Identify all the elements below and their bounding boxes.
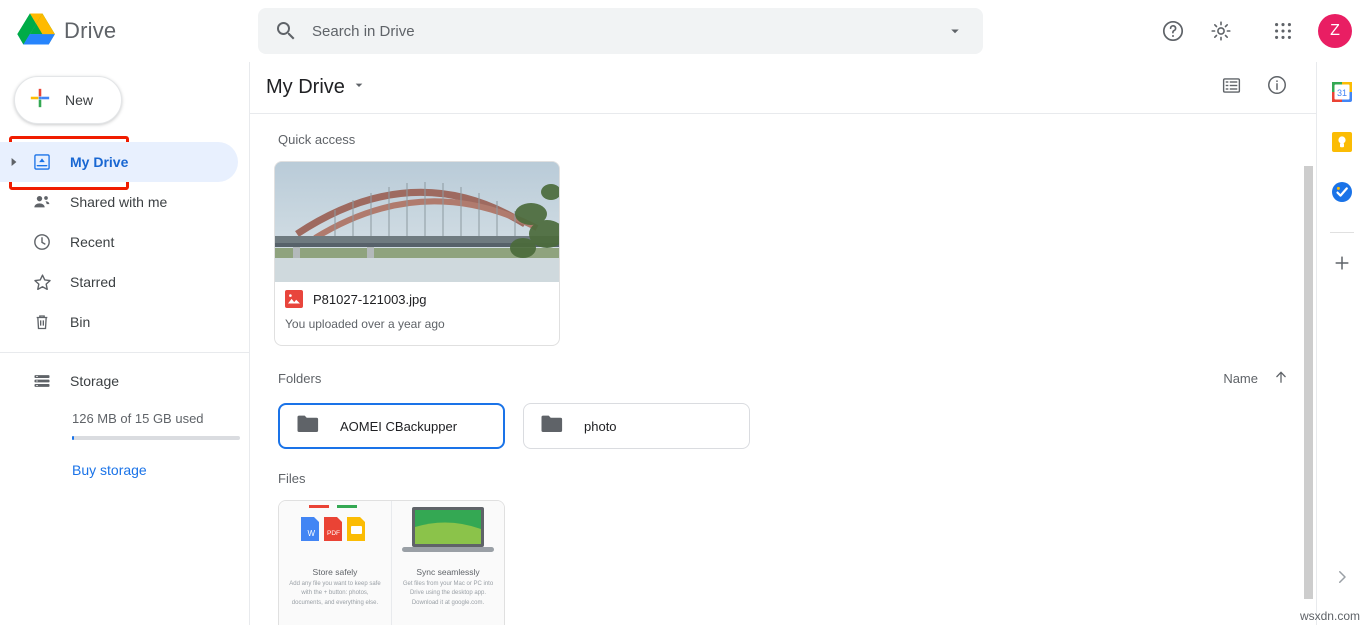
- storage-icon: [28, 371, 56, 391]
- image-file-icon: [285, 290, 303, 308]
- breadcrumb[interactable]: My Drive: [266, 76, 367, 99]
- folder-icon: [540, 414, 564, 439]
- file-panel-body: Get files from your Mac or PC into Drive…: [402, 581, 494, 606]
- people-icon: [28, 192, 56, 212]
- quick-access-meta: P81027-121003.jpg You uploaded over a ye…: [275, 282, 559, 331]
- folder-name: photo: [584, 418, 617, 434]
- gear-icon[interactable]: [1200, 10, 1242, 52]
- top-bar: Drive Search in Drive Z: [0, 0, 1366, 62]
- add-app-plus-icon[interactable]: [1332, 253, 1352, 277]
- google-drive-logo-icon: [16, 13, 56, 49]
- sidebar-item-my-drive[interactable]: My Drive: [0, 142, 238, 182]
- folders-label: Folders: [278, 371, 322, 386]
- main-header: My Drive: [250, 62, 1316, 114]
- search-input[interactable]: [312, 22, 943, 40]
- sidebar-item-label: Bin: [70, 314, 91, 330]
- scrollbar-thumb[interactable]: [1304, 166, 1313, 599]
- svg-text:31: 31: [1336, 88, 1346, 98]
- file-panel-heading: Store safely: [312, 567, 358, 577]
- apps-grid-icon[interactable]: [1262, 10, 1304, 52]
- sidebar-item-label: Shared with me: [70, 194, 168, 210]
- buy-storage-link[interactable]: Buy storage: [72, 462, 250, 478]
- expand-triangle-icon[interactable]: [0, 158, 28, 166]
- breadcrumb-chevron-down-icon[interactable]: [351, 77, 367, 98]
- file-card[interactable]: W PDF Store safely Add any file you want…: [278, 500, 505, 625]
- folder-icon: [296, 414, 320, 439]
- page-title: My Drive: [266, 76, 345, 98]
- top-bar-actions: Z: [1152, 0, 1352, 62]
- trash-icon: [28, 312, 56, 332]
- google-tasks-icon[interactable]: [1330, 180, 1354, 204]
- avatar[interactable]: Z: [1318, 14, 1352, 48]
- sidebar: New My Drive Shared with me Recent Starr…: [0, 62, 250, 625]
- storage-used-text: 126 MB of 15 GB used: [72, 411, 204, 426]
- avatar-initial: Z: [1330, 22, 1340, 39]
- files-grid: W PDF Store safely Add any file you want…: [278, 500, 1300, 625]
- quick-access-card[interactable]: P81027-121003.jpg You uploaded over a ye…: [274, 161, 560, 346]
- side-panel-rail: 31: [1316, 62, 1366, 625]
- new-button-label: New: [65, 92, 94, 108]
- sidebar-item-label: Recent: [70, 234, 115, 250]
- brand[interactable]: Drive: [0, 13, 250, 49]
- file-panel-heading: Sync seamlessly: [416, 567, 480, 577]
- search-icon: [274, 19, 298, 43]
- sidebar-item-storage[interactable]: Storage: [0, 361, 250, 401]
- plus-colored-icon: [29, 87, 51, 114]
- folder-item[interactable]: photo: [523, 403, 750, 449]
- sort-label: Name: [1223, 371, 1258, 386]
- file-thumbnail-panel-left: W PDF Store safely Add any file you want…: [279, 501, 391, 625]
- files-section-header: Files: [266, 471, 1300, 486]
- sidebar-item-starred[interactable]: Starred: [0, 262, 250, 302]
- sidebar-item-label: Starred: [70, 274, 116, 290]
- search-options-chevron-down-icon[interactable]: [943, 19, 967, 43]
- arrow-up-icon[interactable]: [1272, 368, 1290, 389]
- sidebar-nav: My Drive Shared with me Recent Starred B…: [0, 142, 250, 478]
- quick-access-file-name: P81027-121003.jpg: [313, 291, 427, 307]
- sort-control[interactable]: Name: [1223, 368, 1290, 389]
- files-label: Files: [278, 471, 306, 486]
- file-thumbnail: W PDF Store safely Add any file you want…: [279, 501, 504, 625]
- file-panel-body: Add any file you want to keep safe with …: [289, 581, 381, 606]
- content-scroll-area: Quick access P81027-121003.jpg You uploa…: [250, 114, 1316, 625]
- folders-grid: AOMEI CBackupper photo: [278, 403, 1300, 449]
- quick-access-thumbnail: [275, 162, 559, 282]
- file-thumbnail-panel-right: Sync seamlessly Get files from your Mac …: [391, 501, 504, 625]
- info-icon[interactable]: [1266, 74, 1288, 101]
- folder-name: AOMEI CBackupper: [340, 418, 458, 434]
- my-drive-icon: [28, 152, 56, 172]
- google-keep-icon[interactable]: [1330, 130, 1354, 154]
- storage-progress-bar: [72, 436, 240, 440]
- search-container: [258, 8, 983, 54]
- sidebar-item-label: Storage: [70, 373, 120, 389]
- main-header-actions: [1221, 74, 1288, 101]
- search-box[interactable]: [258, 8, 983, 54]
- drive-app: Drive Search in Drive Z New My Drive Sha…: [0, 0, 1366, 625]
- main-content: My Drive Quick access P81027-121003.jpg …: [250, 62, 1316, 625]
- sidebar-item-bin[interactable]: Bin: [0, 302, 250, 342]
- sidebar-divider: [0, 352, 250, 353]
- watermark: wsxdn.com: [1299, 609, 1360, 623]
- sidebar-item-label: My Drive: [70, 154, 129, 170]
- brand-label: Drive: [64, 18, 117, 43]
- help-icon[interactable]: [1152, 10, 1194, 52]
- list-view-icon[interactable]: [1221, 75, 1242, 101]
- google-calendar-icon[interactable]: 31: [1330, 80, 1354, 104]
- new-button[interactable]: New: [14, 76, 122, 124]
- sidebar-item-recent[interactable]: Recent: [0, 222, 250, 262]
- folders-section-header: Folders Name: [266, 368, 1300, 389]
- rail-divider: [1329, 232, 1354, 233]
- content-scrollbar[interactable]: [1302, 114, 1315, 625]
- star-icon: [28, 272, 56, 293]
- quick-access-name-row: P81027-121003.jpg: [285, 290, 549, 308]
- folder-item[interactable]: AOMEI CBackupper: [278, 403, 505, 449]
- svg-text:PDF: PDF: [327, 530, 340, 537]
- quick-access-label: Quick access: [278, 132, 356, 147]
- quick-access-subtitle: You uploaded over a year ago: [285, 317, 445, 331]
- clock-icon: [28, 232, 56, 252]
- expand-panel-chevron-right-icon[interactable]: [1333, 568, 1351, 591]
- sidebar-item-shared-with-me[interactable]: Shared with me: [0, 182, 250, 222]
- svg-text:W: W: [308, 529, 316, 538]
